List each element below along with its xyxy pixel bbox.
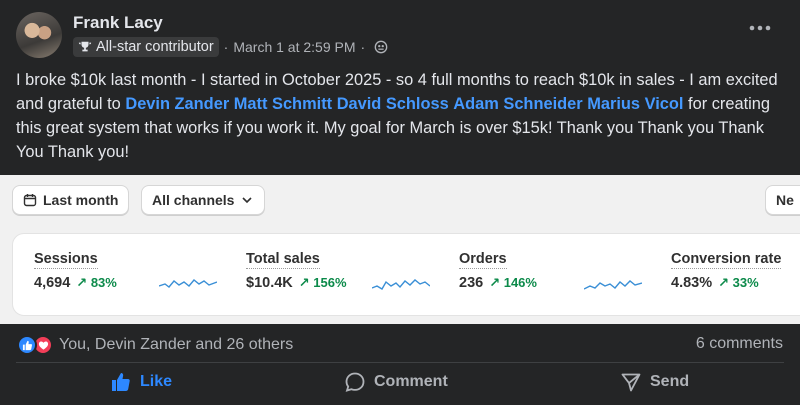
send-button[interactable]: Send <box>620 366 689 398</box>
sales-sparkline <box>372 279 430 290</box>
send-icon <box>621 373 641 392</box>
metric-value: 4,694 <box>34 275 71 291</box>
metric-label: Sessions <box>34 251 98 269</box>
reactions-text[interactable]: You, Devin Zander and 26 others <box>59 336 293 354</box>
globe-icon <box>374 40 388 54</box>
comment-label: Comment <box>374 373 448 390</box>
date-filter-label: Last month <box>43 192 119 208</box>
reactions-summary[interactable]: You, Devin Zander and 26 others <box>17 333 293 357</box>
separator-dot: · <box>360 39 366 55</box>
like-button[interactable]: Like <box>110 366 172 398</box>
metric-sessions: Sessions 4,694 ↗ 83% <box>34 250 117 291</box>
more-options-icon[interactable] <box>748 22 772 34</box>
metric-total-sales: Total sales $10.4K ↗ 156% <box>246 250 347 291</box>
new-button: Ne <box>765 185 800 215</box>
author-name[interactable]: Frank Lacy <box>73 13 163 33</box>
like-label: Like <box>140 373 173 390</box>
post-timestamp[interactable]: March 1 at 2:59 PM <box>233 39 355 55</box>
badge-label: All-star contributor <box>96 39 214 55</box>
new-button-label: Ne <box>776 192 794 208</box>
metric-orders: Orders 236 ↗ 146% <box>459 250 537 291</box>
mention-link[interactable]: Devin Zander <box>125 95 229 113</box>
comments-count[interactable]: 6 comments <box>696 335 783 353</box>
send-label: Send <box>650 373 690 390</box>
like-reaction-icon <box>17 335 37 355</box>
contributor-badge[interactable]: All-star contributor <box>73 37 219 57</box>
date-filter-button: Last month <box>12 185 130 215</box>
orders-sparkline <box>584 280 642 290</box>
mention-link[interactable]: Adam Schneider <box>453 95 582 113</box>
mention-link[interactable]: Matt Schmitt <box>234 95 332 113</box>
chevron-down-icon <box>242 197 253 204</box>
metric-label: Conversion rate <box>671 251 782 269</box>
mention-link[interactable]: Marius Vicol <box>587 95 683 113</box>
post-card: Frank Lacy All-star contributor · March … <box>0 0 800 405</box>
post-meta: All-star contributor · March 1 at 2:59 P… <box>73 36 388 58</box>
mention-link[interactable]: David Schloss <box>337 95 449 113</box>
trophy-icon <box>78 41 92 52</box>
calendar-icon <box>23 194 37 207</box>
comment-icon <box>345 372 365 392</box>
metrics-card: Sessions 4,694 ↗ 83% Total sales $10.4K ↗ … <box>12 233 800 316</box>
metric-conversion-rate: Conversion rate 4.83% ↗ 33% <box>671 250 782 291</box>
metric-label: Orders <box>459 251 507 269</box>
metric-delta: ↗ 83% <box>76 275 117 290</box>
metric-delta: ↗ 33% <box>718 275 759 290</box>
thumbs-up-icon <box>112 373 130 391</box>
metric-value: $10.4K <box>246 275 293 291</box>
metric-label: Total sales <box>246 251 320 269</box>
separator-dot: · <box>223 39 229 55</box>
metric-delta: ↗ 146% <box>489 275 537 290</box>
metric-delta: ↗ 156% <box>298 275 347 290</box>
footer-divider <box>16 362 784 363</box>
metric-value: 4.83% <box>671 275 713 291</box>
author-avatar[interactable] <box>16 12 62 58</box>
channel-filter-button: All channels <box>141 185 266 215</box>
sessions-sparkline <box>159 279 217 288</box>
comment-button[interactable]: Comment <box>344 366 448 398</box>
channel-filter-label: All channels <box>152 192 235 208</box>
post-image[interactable]: Last month All channels Ne Sessions 4,69… <box>0 175 800 324</box>
metric-value: 236 <box>459 275 484 291</box>
post-text: I broke $10k last month - I started in O… <box>16 68 791 164</box>
